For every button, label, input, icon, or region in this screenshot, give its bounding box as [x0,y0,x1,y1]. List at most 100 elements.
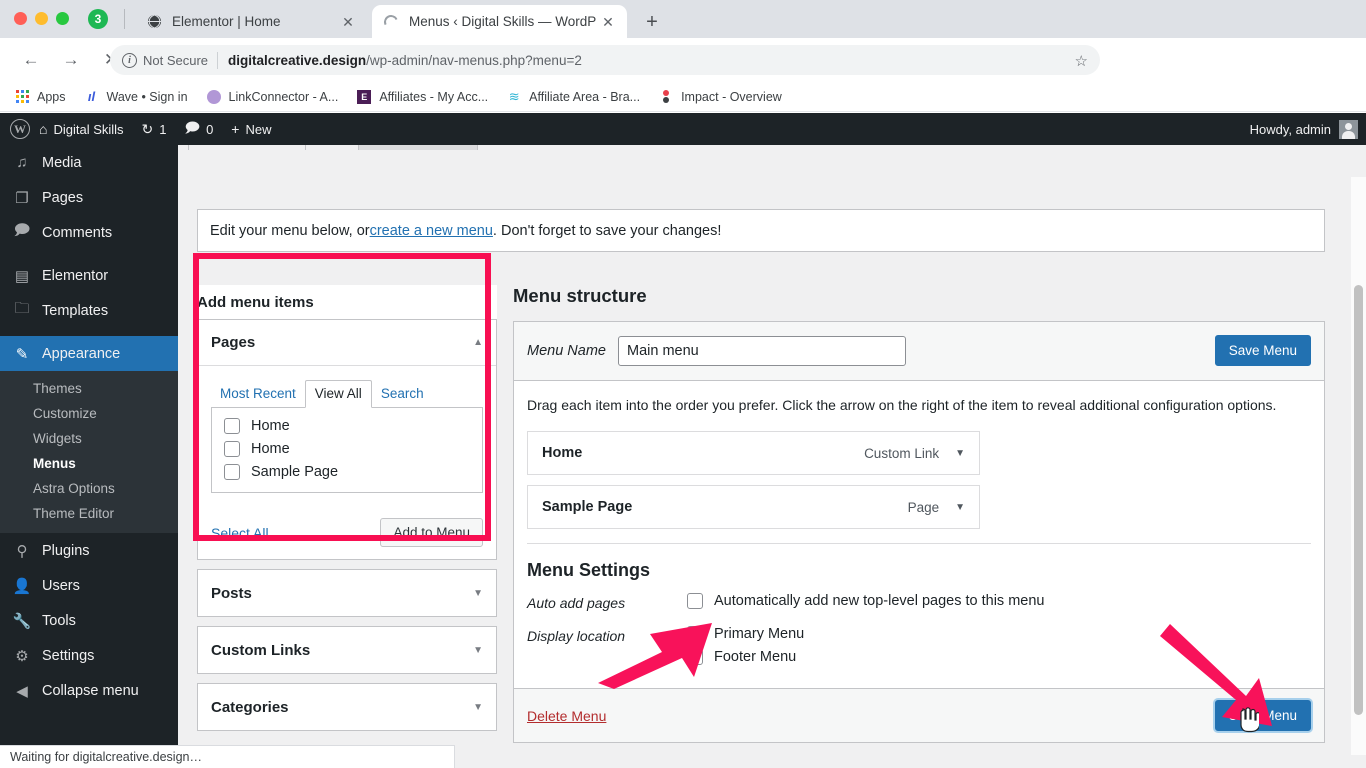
sidebar-subitem-themes[interactable]: Themes [0,376,178,401]
page-checkbox[interactable] [224,441,240,457]
updates-link[interactable]: ↻ 1 [133,113,176,145]
tab-menus-wordpress[interactable]: Menus ‹ Digital Skills — WordP ✕ [372,5,627,38]
bookmark-label: Impact - Overview [681,89,782,104]
save-menu-button-top[interactable]: Save Menu [1214,335,1311,366]
tab-most-recent[interactable]: Most Recent [211,381,305,407]
sidebar-subitem-theme-editor[interactable]: Theme Editor [0,501,178,526]
chevron-up-icon[interactable]: ▲ [473,337,483,348]
sidebar-item-collapse-menu[interactable]: ◀ Collapse menu [0,673,178,708]
scrollbar-thumb[interactable] [1354,285,1363,715]
wordpress-logo-icon[interactable]: W [10,119,30,139]
menu-item-type: Custom Link [864,445,940,461]
chevron-down-icon[interactable]: ▼ [473,645,483,656]
bookmark-apps[interactable]: Apps [14,89,66,105]
page-checkbox[interactable] [224,418,240,434]
posts-postbox-header[interactable]: Posts ▼ [198,570,496,616]
address-bar[interactable]: i Not Secure digitalcreative.design/wp-a… [110,45,1100,75]
sidebar-item-pages[interactable]: ❐ Pages [0,180,178,215]
primary-menu-option[interactable]: Primary Menu [687,626,1311,642]
sidebar-item-label: Plugins [42,542,90,559]
close-icon[interactable]: ✕ [599,13,617,31]
sidebar-item-elementor[interactable]: ▤ Elementor [0,258,178,293]
page-checkbox[interactable] [224,464,240,480]
loading-spinner-icon [382,12,400,31]
url-host: digitalcreative.design [228,52,367,68]
pages-postbox-header[interactable]: Pages ▲ [198,320,496,366]
list-item[interactable]: Home [224,441,470,457]
account-area[interactable]: Howdy, admin [1250,119,1358,139]
pages-tabs: Most Recent View All Search [211,380,483,408]
list-item[interactable]: Sample Page [224,464,470,480]
sidebar-item-appearance[interactable]: ✎ Appearance [0,336,178,371]
select-all-link[interactable]: Select All [211,525,269,541]
page-label: Home [251,418,290,434]
site-info-icon[interactable]: i [122,52,137,68]
bookmark-star-icon[interactable]: ☆ [1075,52,1088,70]
close-window-button[interactable] [14,12,27,25]
pinned-tab[interactable]: 3 [88,9,110,31]
chevron-down-icon[interactable]: ▼ [955,448,965,459]
categories-postbox-header[interactable]: Categories ▼ [198,684,496,730]
sidebar-item-label: Appearance [42,345,121,362]
primary-menu-checkbox[interactable] [687,626,703,642]
sidebar-item-media[interactable]: ♫ Media [0,145,178,180]
categories-postbox[interactable]: Categories ▼ [197,683,497,731]
sidebar-subitem-astra-options[interactable]: Astra Options [0,476,178,501]
list-item[interactable]: Home [224,418,470,434]
site-name-link[interactable]: ⌂ Digital Skills [30,113,133,145]
delete-menu-link[interactable]: Delete Menu [527,708,606,724]
sidebar-subitem-customize[interactable]: Customize [0,401,178,426]
forward-icon[interactable]: → [56,45,86,75]
footer-menu-option[interactable]: Footer Menu [687,649,1311,665]
display-location-label: Display location [527,628,626,644]
chevron-down-icon[interactable]: ▼ [955,502,965,513]
tab-search[interactable]: Search [372,381,433,407]
posts-postbox[interactable]: Posts ▼ [197,569,497,617]
menu-item-row-home[interactable]: Home Custom Link ▼ [527,431,980,475]
tab-view-all[interactable]: View All [304,380,372,408]
sidebar-item-templates[interactable]: 🗀 Templates [0,293,178,328]
menu-item-row-sample-page[interactable]: Sample Page Page ▼ [527,485,980,529]
menu-item-name: Sample Page [542,499,633,515]
custom-links-postbox-header[interactable]: Custom Links ▼ [198,627,496,673]
sidebar-item-label: Media [42,154,82,171]
bookmark-affiliate-area[interactable]: ≋ Affiliate Area - Bra... [506,89,640,105]
auto-add-pages-checkbox[interactable] [687,593,703,609]
bookmark-affiliates[interactable]: E Affiliates - My Acc... [356,89,488,105]
sidebar-item-settings[interactable]: ⚙ Settings [0,638,178,673]
tab-elementor[interactable]: Elementor | Home ✕ [135,5,367,38]
close-icon[interactable]: ✕ [339,13,357,31]
sidebar-item-comments[interactable]: 🗩 Comments [0,215,178,250]
sidebar-item-tools[interactable]: 🔧 Tools [0,603,178,638]
back-icon[interactable]: ← [16,45,46,75]
comments-link[interactable]: 🗩 0 [176,113,223,145]
create-new-menu-link[interactable]: create a new menu [370,223,493,239]
minimize-window-button[interactable] [35,12,48,25]
new-tab-button[interactable]: + [640,10,664,34]
page-scrollbar[interactable] [1351,177,1366,755]
custom-links-postbox[interactable]: Custom Links ▼ [197,626,497,674]
sidebar-item-plugins[interactable]: ⚲ Plugins [0,533,178,568]
pinned-tab-badge: 3 [88,9,108,29]
save-menu-button-bottom[interactable]: Save Menu [1214,700,1311,731]
bookmark-impact[interactable]: Impact - Overview [658,89,782,105]
sidebar-item-users[interactable]: 👤 Users [0,568,178,603]
primary-menu-label: Primary Menu [714,626,805,642]
sidebar-subitem-widgets[interactable]: Widgets [0,426,178,451]
maximize-window-button[interactable] [56,12,69,25]
comments-icon: 🗩 [13,222,31,239]
sidebar-subitem-menus[interactable]: Menus [0,451,178,476]
clipped-tabs-above-fold [188,145,488,151]
bookmark-linkconnector[interactable]: LinkConnector - A... [206,89,338,105]
pages-postbox-footer: Select All Add to Menu [198,506,496,559]
bookmark-wave[interactable]: ıl Wave • Sign in [84,89,188,105]
menu-name-input[interactable] [617,336,906,366]
chevron-down-icon[interactable]: ▼ [473,588,483,599]
chevron-down-icon[interactable]: ▼ [473,702,483,713]
add-to-menu-button[interactable]: Add to Menu [380,518,483,547]
url-path: /wp-admin/nav-menus.php?menu=2 [366,52,582,68]
tools-icon: 🔧 [12,612,32,630]
auto-add-pages-option[interactable]: Automatically add new top-level pages to… [687,593,1311,609]
new-content-link[interactable]: + New [222,113,280,145]
footer-menu-checkbox[interactable] [687,649,703,665]
